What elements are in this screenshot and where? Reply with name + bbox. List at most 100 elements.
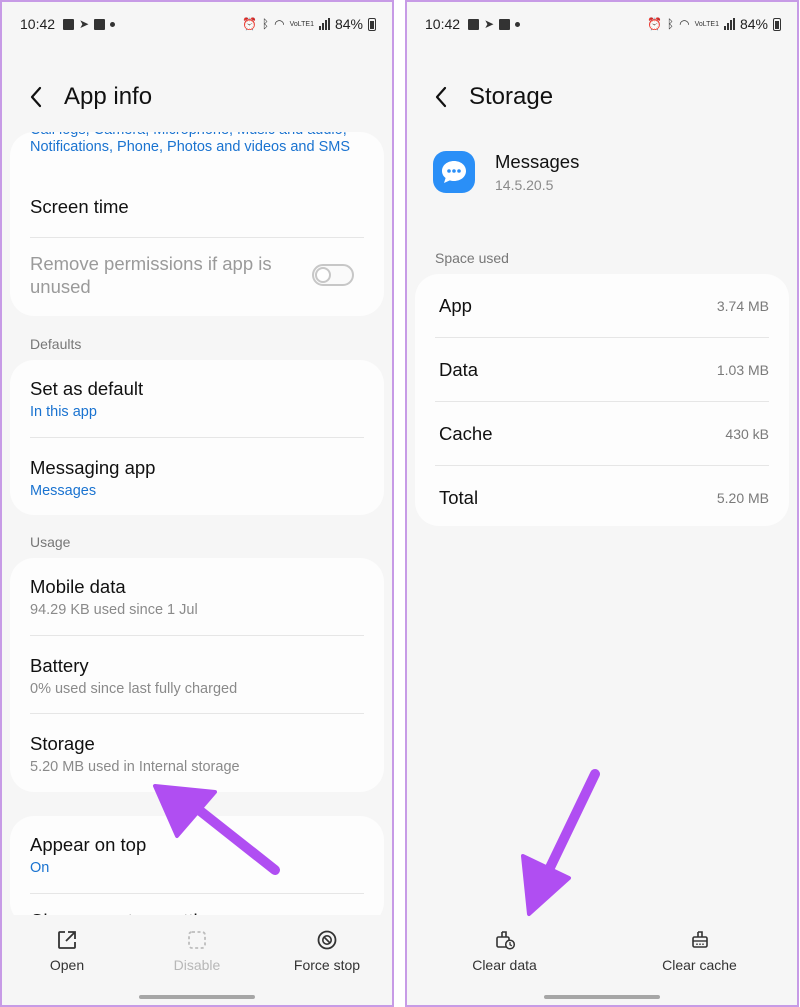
row-value: 430 kB xyxy=(725,426,769,442)
mobile-data-sub: 94.29 KB used since 1 Jul xyxy=(30,602,198,618)
home-indicator xyxy=(544,995,660,999)
defaults-section-label: Defaults xyxy=(30,336,82,352)
space-used-label: Space used xyxy=(435,250,509,266)
app-info-screen: 10:42 ➤ ⏰ ᛒ ◠ VoLTE1 84% App info Call l… xyxy=(0,0,394,1007)
remove-permissions-title: Remove permissions if app is unused xyxy=(30,253,272,297)
battery-sub: 0% used since last fully charged xyxy=(30,681,238,697)
toggle-knob xyxy=(315,267,331,283)
screen-time-title: Screen time xyxy=(30,196,129,217)
row-label: Total xyxy=(439,487,479,508)
bottom-action-bar: Open Disable Force stop xyxy=(2,915,392,1005)
row-label: Cache xyxy=(439,423,493,444)
force-stop-button[interactable]: Force stop xyxy=(262,915,392,1005)
row-label: App xyxy=(439,295,472,316)
battery-icon xyxy=(368,17,376,31)
storage-row-app: App 3.74 MB xyxy=(415,274,789,338)
highlight-arrow xyxy=(521,769,600,916)
back-button[interactable] xyxy=(413,74,469,120)
battery-item[interactable]: Battery 0% used since last fully charged xyxy=(10,636,384,714)
back-button[interactable] xyxy=(8,74,64,120)
appear-on-top-sub: On xyxy=(30,860,50,876)
page-title: App info xyxy=(64,83,153,110)
storage-item[interactable]: Storage 5.20 MB used in Internal storage xyxy=(10,714,384,792)
permissions-list: Call logs, Camera, Microphone, Music and… xyxy=(30,132,350,155)
battery-text: 84% xyxy=(739,16,768,32)
divider xyxy=(30,893,364,894)
open-label: Open xyxy=(49,957,85,973)
defaults-card: Set as default In this app Messaging app… xyxy=(10,360,384,515)
more-notifications-icon xyxy=(515,21,521,27)
clear-cache-icon xyxy=(691,931,708,948)
permissions-item[interactable]: Call logs, Camera, Microphone, Music and… xyxy=(10,132,384,158)
status-time: 10:42 xyxy=(425,16,461,32)
storage-sub: 5.20 MB used in Internal storage xyxy=(30,759,240,775)
storage-row-cache: Cache 430 kB xyxy=(415,402,789,466)
photos-icon xyxy=(499,18,511,30)
telegram-icon: ➤ xyxy=(79,17,90,31)
disable-icon xyxy=(188,931,206,949)
bluetooth-icon: ᛒ xyxy=(666,17,675,31)
more-notifications-icon xyxy=(110,21,116,27)
clear-data-label: Clear data xyxy=(472,957,537,973)
remove-permissions-toggle[interactable] xyxy=(312,264,354,286)
messaging-app-item[interactable]: Messaging app Messages xyxy=(10,438,384,515)
battery-title: Battery xyxy=(30,655,89,676)
set-as-default-sub: In this app xyxy=(30,404,97,420)
page-title: Storage xyxy=(469,83,554,110)
storage-row-data: Data 1.03 MB xyxy=(415,338,789,402)
messages-app-icon xyxy=(433,151,475,193)
alarm-icon: ⏰ xyxy=(241,17,257,31)
row-value: 5.20 MB xyxy=(716,490,769,506)
storage-row-total: Total 5.20 MB xyxy=(415,466,789,526)
advanced-card: Appear on top On Change system settings xyxy=(10,816,384,926)
screen-time-item[interactable]: Screen time xyxy=(10,176,384,238)
alarm-icon: ⏰ xyxy=(646,17,662,31)
bottom-action-bar: Clear data Clear cache xyxy=(407,915,797,1005)
force-stop-label: Force stop xyxy=(293,957,361,973)
storage-title: Storage xyxy=(30,733,95,754)
force-stop-icon xyxy=(317,930,337,950)
clear-cache-label: Clear cache xyxy=(662,957,737,973)
usage-card: Mobile data 94.29 KB used since 1 Jul Ba… xyxy=(10,558,384,792)
set-as-default-item[interactable]: Set as default In this app xyxy=(10,360,384,438)
app-header: Messages 14.5.20.5 xyxy=(433,145,781,201)
signal-icon xyxy=(318,18,330,30)
mobile-data-item[interactable]: Mobile data 94.29 KB used since 1 Jul xyxy=(10,558,384,636)
open-icon xyxy=(58,931,76,949)
signal-icon xyxy=(723,18,735,30)
telegram-icon: ➤ xyxy=(484,17,495,31)
mobile-data-title: Mobile data xyxy=(30,576,126,597)
app-version: 14.5.20.5 xyxy=(495,177,554,193)
messaging-app-title: Messaging app xyxy=(30,457,156,478)
appear-on-top-title: Appear on top xyxy=(30,834,147,855)
gallery-icon xyxy=(468,18,480,30)
app-bar: App info xyxy=(2,74,392,120)
appear-on-top-item[interactable]: Appear on top On xyxy=(10,816,384,894)
volte-icon: VoLTE1 xyxy=(289,20,314,28)
battery-icon xyxy=(773,17,781,31)
space-used-card: App 3.74 MB Data 1.03 MB Cache 430 kB To… xyxy=(415,274,789,526)
remove-permissions-item[interactable]: Remove permissions if app is unused xyxy=(10,238,384,312)
storage-screen: 10:42 ➤ ⏰ ᛒ ◠ VoLTE1 84% Storage Message… xyxy=(405,0,799,1007)
wifi-icon: ◠ xyxy=(679,17,690,31)
permissions-card: Call logs, Camera, Microphone, Music and… xyxy=(10,132,384,316)
gallery-icon xyxy=(63,18,75,30)
disable-button[interactable]: Disable xyxy=(132,915,262,1005)
volte-icon: VoLTE1 xyxy=(694,20,719,28)
battery-text: 84% xyxy=(334,16,363,32)
row-value: 1.03 MB xyxy=(716,362,769,378)
disable-label: Disable xyxy=(173,957,221,973)
open-button[interactable]: Open xyxy=(2,915,132,1005)
back-arrow-icon xyxy=(435,86,447,108)
wifi-icon: ◠ xyxy=(274,17,285,31)
usage-section-label: Usage xyxy=(30,534,71,550)
row-label: Data xyxy=(439,359,479,380)
bluetooth-icon: ᛒ xyxy=(261,17,270,31)
messaging-app-sub: Messages xyxy=(30,483,97,499)
clear-data-button[interactable]: Clear data xyxy=(407,915,602,1005)
app-name: Messages xyxy=(495,151,580,172)
home-indicator xyxy=(139,995,255,999)
clear-cache-button[interactable]: Clear cache xyxy=(602,915,797,1005)
row-value: 3.74 MB xyxy=(716,298,769,314)
status-time: 10:42 xyxy=(20,16,56,32)
